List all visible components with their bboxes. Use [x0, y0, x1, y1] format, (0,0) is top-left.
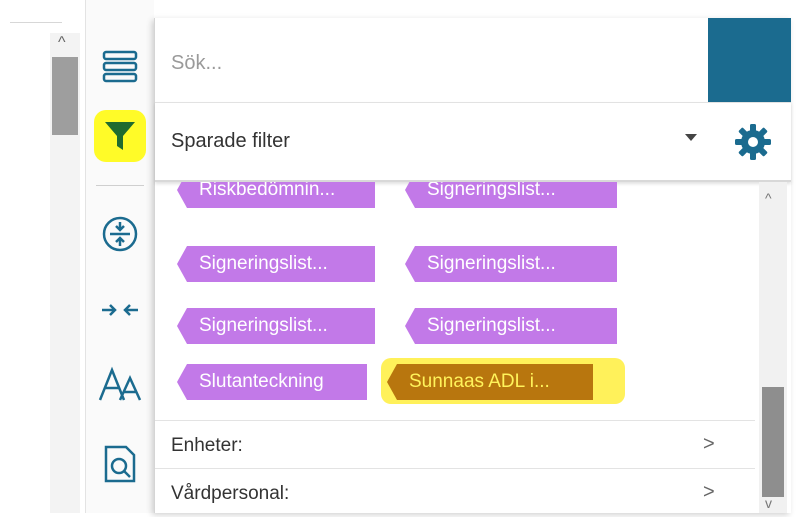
filter-button[interactable]: [94, 110, 146, 162]
list-view-button[interactable]: [94, 40, 146, 92]
scroll-up-icon[interactable]: ^: [58, 35, 66, 51]
tag-chip[interactable]: Signeringslist...: [405, 246, 617, 282]
font-size-icon: [98, 366, 142, 401]
chevron-right-icon: >: [703, 481, 715, 503]
gear-icon[interactable]: [733, 122, 773, 162]
scroll-thumb[interactable]: [762, 387, 784, 497]
tag-chip[interactable]: Signeringslist...: [177, 308, 375, 344]
tag-list: Riskbedömnin... Signeringslist... Signer…: [155, 182, 755, 420]
merge-button[interactable]: [94, 284, 146, 336]
chevron-right-icon: >: [703, 433, 715, 455]
row-enheter[interactable]: Enheter: >: [155, 420, 755, 469]
collapse-icon: [102, 216, 138, 252]
search-input[interactable]: [169, 42, 693, 84]
tag-chip[interactable]: Signeringslist...: [405, 182, 617, 208]
saved-filter-dropdown[interactable]: Sparade filter: [155, 102, 791, 182]
left-scrollbar[interactable]: ^: [50, 33, 80, 513]
panel-scrollbar[interactable]: ^ v: [759, 182, 787, 513]
tag-chip[interactable]: Riskbedömnin...: [177, 182, 375, 208]
saved-filter-label: Sparade filter: [171, 130, 290, 152]
chevron-down-icon[interactable]: [685, 134, 697, 141]
divider: [10, 22, 62, 23]
left-pane: ^: [0, 0, 86, 513]
row-vardpersonal[interactable]: Vårdpersonal: >: [155, 468, 755, 517]
toolbar: [86, 0, 154, 513]
merge-arrows-icon: [102, 304, 138, 316]
search-button[interactable]: [708, 18, 791, 102]
tag-chip[interactable]: Signeringslist...: [177, 246, 375, 282]
tag-chip[interactable]: Slutanteckning: [177, 364, 367, 400]
font-size-button[interactable]: [94, 358, 146, 410]
document-search-button[interactable]: [94, 438, 146, 490]
row-label: Vårdpersonal:: [171, 483, 290, 504]
document-search-icon: [104, 445, 136, 483]
tag-chip-highlighted[interactable]: Sunnaas ADL i...: [387, 364, 593, 400]
collapse-button[interactable]: [94, 208, 146, 260]
scroll-up-icon[interactable]: ^: [765, 190, 772, 206]
filter-panel: Sparade filter Riskbedömnin... Signering…: [154, 18, 791, 513]
scroll-thumb[interactable]: [52, 57, 78, 135]
scroll-down-icon[interactable]: v: [765, 495, 772, 511]
list-icon: [102, 50, 138, 83]
tag-chip[interactable]: Signeringslist...: [405, 308, 617, 344]
toolbar-divider: [96, 185, 144, 186]
filter-icon: [105, 122, 135, 150]
row-label: Enheter:: [171, 435, 243, 456]
search-row: [155, 18, 791, 103]
